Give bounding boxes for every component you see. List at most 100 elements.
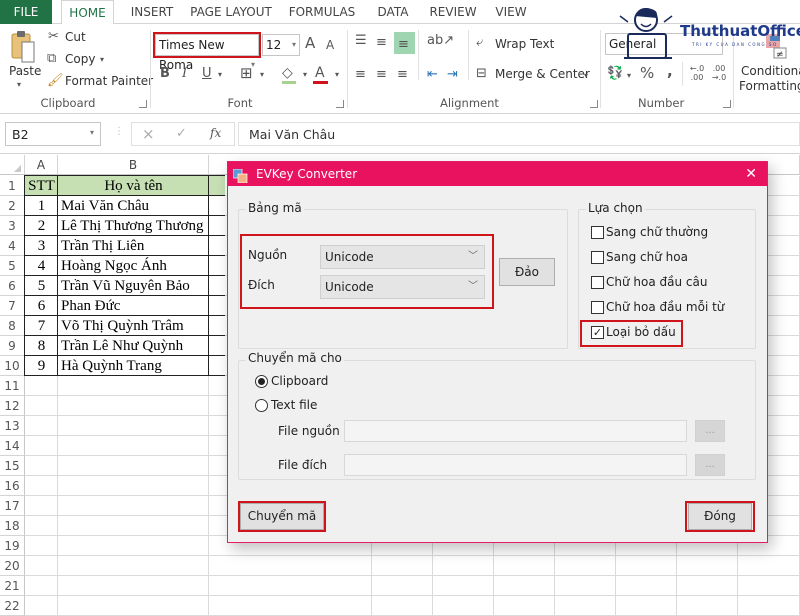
align-bottom-button[interactable]: ≡: [394, 32, 415, 54]
cell-stt[interactable]: 2: [25, 216, 58, 236]
checkbox[interactable]: [591, 276, 604, 289]
cut-button[interactable]: Cut: [65, 30, 86, 44]
font-color-button[interactable]: A: [315, 66, 325, 80]
tab-home[interactable]: HOME: [61, 0, 114, 25]
cell-name[interactable]: Trần Thị Liên: [58, 236, 209, 256]
row-header[interactable]: 8: [0, 316, 25, 336]
cell-stt[interactable]: 5: [25, 276, 58, 296]
checkbox-label[interactable]: Chữ hoa đầu câu: [606, 275, 707, 289]
increase-indent-icon[interactable]: ⇥: [447, 68, 458, 82]
cancel-icon[interactable]: ×: [142, 125, 155, 143]
increase-decimal-button[interactable]: ←.0.00: [688, 64, 706, 82]
percent-button[interactable]: %: [640, 66, 654, 81]
align-right-icon[interactable]: ≡: [397, 68, 408, 82]
header-cell-stt[interactable]: STT: [25, 176, 58, 196]
row-header[interactable]: 11: [0, 376, 25, 396]
row-header[interactable]: 10: [0, 356, 25, 376]
row-header[interactable]: 1: [0, 176, 25, 196]
tab-insert[interactable]: INSERT: [124, 0, 180, 24]
accounting-dropdown-icon[interactable]: ▾: [627, 69, 631, 83]
decrease-indent-icon[interactable]: ⇤: [427, 68, 438, 82]
borders-icon[interactable]: ⊞: [240, 66, 253, 81]
radio-text-file[interactable]: [255, 399, 268, 412]
enter-icon[interactable]: ✓: [176, 126, 187, 141]
select-all-corner[interactable]: [0, 155, 25, 175]
column-header-b[interactable]: B: [58, 155, 209, 175]
cell-name[interactable]: Võ Thị Quỳnh Trâm: [58, 316, 209, 336]
name-box[interactable]: B2 ▾: [5, 122, 101, 146]
align-middle-icon[interactable]: ≡: [376, 36, 387, 50]
conditional-formatting-button[interactable]: Conditional: [741, 64, 800, 78]
formula-input[interactable]: Mai Văn Châu: [238, 122, 800, 146]
orientation-icon[interactable]: ab↗: [427, 34, 454, 48]
radio-clipboard-label[interactable]: Clipboard: [271, 374, 328, 388]
cell-stt[interactable]: 6: [25, 296, 58, 316]
cell-name[interactable]: Trần Vũ Nguyên Bảo: [58, 276, 209, 296]
tab-file[interactable]: FILE: [0, 0, 52, 24]
wrap-text-button[interactable]: Wrap Text: [495, 37, 554, 51]
row-header[interactable]: 15: [0, 456, 25, 476]
format-painter-button[interactable]: Format Painter: [65, 74, 153, 88]
cell-name[interactable]: Phan Đức: [58, 296, 209, 316]
file-source-input[interactable]: [344, 420, 687, 442]
alignment-launcher-icon[interactable]: [590, 100, 598, 108]
row-header[interactable]: 22: [0, 596, 25, 616]
align-left-icon[interactable]: ≡: [355, 68, 366, 82]
checkbox[interactable]: [591, 301, 604, 314]
fill-dropdown-icon[interactable]: ▾: [303, 68, 307, 82]
tab-data[interactable]: DATA: [370, 0, 416, 24]
font-color-dropdown-icon[interactable]: ▾: [335, 68, 339, 82]
row-header[interactable]: 7: [0, 296, 25, 316]
dialog-titlebar[interactable]: EVKey Converter ✕: [228, 162, 767, 186]
shrink-font-button[interactable]: A: [326, 38, 334, 52]
cell-stt[interactable]: 9: [25, 356, 58, 376]
paste-dropdown-icon[interactable]: ▾: [17, 78, 21, 92]
cell-name[interactable]: Lê Thị Thương Thương: [58, 216, 209, 236]
drag-handle-icon[interactable]: ⋮: [114, 126, 124, 137]
checkbox-label[interactable]: Sang chữ hoa: [606, 250, 688, 264]
font-size-combo[interactable]: 12 ▾: [262, 34, 300, 56]
align-top-icon[interactable]: ☰: [355, 34, 367, 48]
borders-dropdown-icon[interactable]: ▾: [260, 68, 264, 82]
copy-button[interactable]: Copy: [65, 52, 95, 66]
comma-style-button[interactable]: ,: [667, 64, 673, 79]
cell-stt[interactable]: 8: [25, 336, 58, 356]
accounting-format-icon[interactable]: 💱: [607, 67, 623, 81]
row-header[interactable]: 16: [0, 476, 25, 496]
font-launcher-icon[interactable]: [336, 100, 344, 108]
checkbox-label[interactable]: Chữ hoa đầu mỗi từ: [606, 300, 724, 314]
browse-target-button[interactable]: ...: [695, 454, 725, 476]
merge-dropdown-icon[interactable]: ▾: [584, 69, 588, 83]
cell-name[interactable]: Trần Lê Như Quỳnh: [58, 336, 209, 356]
tab-formulas[interactable]: FORMULAS: [284, 0, 360, 24]
bold-button[interactable]: B: [160, 67, 170, 81]
underline-dropdown-icon[interactable]: ▾: [218, 68, 222, 82]
row-header[interactable]: 2: [0, 196, 25, 216]
tab-view[interactable]: VIEW: [490, 0, 532, 24]
cell-name[interactable]: Hà Quỳnh Trang: [58, 356, 209, 376]
paste-button[interactable]: Paste: [9, 64, 41, 78]
column-header-a[interactable]: A: [25, 155, 58, 175]
fill-color-icon[interactable]: ◇: [282, 66, 293, 80]
row-header[interactable]: 4: [0, 236, 25, 256]
row-header[interactable]: 17: [0, 496, 25, 516]
header-cell-name[interactable]: Họ và tên: [58, 176, 209, 196]
merge-center-button[interactable]: Merge & Center: [495, 67, 590, 81]
clipboard-launcher-icon[interactable]: [139, 100, 147, 108]
radio-text-file-label[interactable]: Text file: [271, 398, 317, 412]
checkbox[interactable]: [591, 226, 604, 239]
swap-button[interactable]: Đảo: [499, 258, 555, 286]
cell-name[interactable]: Hoàng Ngọc Ánh: [58, 256, 209, 276]
number-launcher-icon[interactable]: [723, 100, 731, 108]
row-header[interactable]: 3: [0, 216, 25, 236]
browse-source-button[interactable]: ...: [695, 420, 725, 442]
row-header[interactable]: 5: [0, 256, 25, 276]
cell-stt[interactable]: 1: [25, 196, 58, 216]
decrease-decimal-button[interactable]: .00 →.0: [710, 64, 728, 82]
row-header[interactable]: 18: [0, 516, 25, 536]
checkbox-label[interactable]: Sang chữ thường: [606, 225, 708, 239]
cell-stt[interactable]: 7: [25, 316, 58, 336]
italic-button[interactable]: I: [182, 67, 187, 81]
cell-stt[interactable]: 4: [25, 256, 58, 276]
paste-icon[interactable]: [10, 30, 36, 64]
